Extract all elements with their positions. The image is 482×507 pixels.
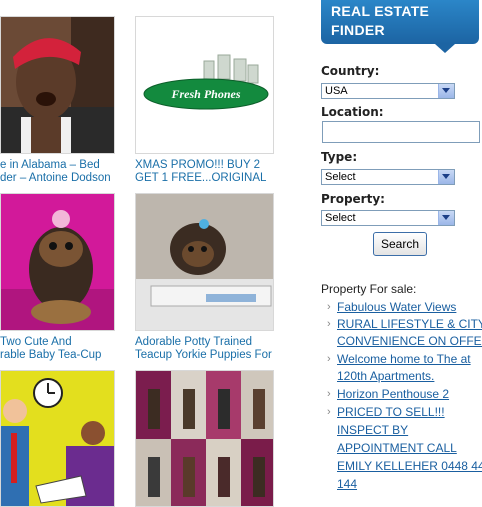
chevron-down-icon[interactable]: [438, 211, 454, 225]
thumbnail-yorkie-pink[interactable]: [0, 193, 115, 331]
svg-text:Fresh Phones: Fresh Phones: [170, 87, 240, 101]
caption-item-2-line2[interactable]: GET 1 FREE...ORIGINAL: [135, 172, 280, 185]
finder-title-line1: REAL ESTATE: [331, 3, 430, 19]
caption-item-1-line1[interactable]: e in Alabama – Bed: [0, 159, 118, 172]
location-label: Location:: [321, 105, 384, 119]
finder-title: REAL ESTATE FINDER: [331, 2, 429, 40]
caption-item-3-line1[interactable]: Two Cute And: [0, 336, 118, 349]
chevron-right-icon: ›: [327, 388, 331, 400]
chevron-right-icon: ›: [327, 406, 331, 418]
sale-item-link[interactable]: 144: [337, 476, 357, 493]
chevron-down-icon[interactable]: [438, 84, 454, 98]
chevron-down-icon[interactable]: [438, 170, 454, 184]
man-photo-icon: [1, 17, 114, 153]
caption-item-4-line2[interactable]: Teacup Yorkie Puppies For: [135, 349, 280, 362]
sale-item-link[interactable]: 120th Apartments.: [337, 368, 434, 385]
real-estate-finder-header: REAL ESTATE FINDER: [321, 0, 479, 53]
type-label: Type:: [321, 150, 358, 164]
puppy-photo-icon: [1, 194, 114, 330]
thumbnail-fashion-collage[interactable]: [135, 370, 274, 507]
sale-item-link[interactable]: Fabulous Water Views: [337, 299, 456, 316]
thumbnail-business-meeting[interactable]: [0, 370, 115, 507]
country-select[interactable]: USA: [321, 83, 455, 99]
finder-title-line2: FINDER: [331, 22, 385, 38]
chevron-right-icon: ›: [327, 353, 331, 365]
sale-item-link[interactable]: Welcome home to The at: [337, 351, 471, 368]
sale-item-link[interactable]: RURAL LIFESTYLE & CITY: [337, 316, 482, 333]
puppy-on-scale-icon: [136, 194, 273, 330]
thumbnail-antoine-dodson[interactable]: [0, 16, 115, 154]
chevron-right-icon: ›: [327, 301, 331, 313]
caption-item-1-line2[interactable]: der – Antoine Dodson: [0, 172, 118, 185]
property-label: Property:: [321, 192, 385, 206]
caption-item-2-line1[interactable]: XMAS PROMO!!! BUY 2: [135, 159, 280, 172]
sale-item-link[interactable]: Horizon Penthouse 2: [337, 386, 449, 403]
sale-item-link[interactable]: PRICED TO SELL!!!: [337, 404, 445, 421]
meeting-illustration-icon: [1, 371, 114, 506]
property-select[interactable]: Select: [321, 210, 455, 226]
sale-item-link[interactable]: INSPECT BY: [337, 422, 408, 439]
property-select-value: Select: [325, 212, 356, 224]
caption-item-4-line1[interactable]: Adorable Potty Trained: [135, 336, 280, 349]
country-label: Country:: [321, 64, 380, 78]
fresh-phones-logo-icon: Fresh Phones: [143, 54, 269, 110]
sale-item-link[interactable]: EMILY KELLEHER 0448 448: [337, 458, 482, 475]
fashion-collage-icon: [136, 371, 273, 506]
chevron-right-icon: ›: [327, 318, 331, 330]
search-button[interactable]: Search: [373, 232, 427, 256]
thumbnail-fresh-phones[interactable]: Fresh Phones: [135, 16, 274, 154]
header-notch: [435, 44, 455, 53]
sale-item-link[interactable]: APPOINTMENT CALL: [337, 440, 457, 457]
caption-item-3-line2[interactable]: rable Baby Tea-Cup: [0, 349, 118, 362]
for-sale-heading: Property For sale:: [321, 282, 417, 296]
country-select-value: USA: [325, 85, 348, 97]
sale-item-link[interactable]: CONVENIENCE ON OFFER: [337, 333, 482, 350]
location-input[interactable]: [322, 121, 480, 143]
thumbnail-yorkie-scale[interactable]: [135, 193, 274, 331]
type-select[interactable]: Select: [321, 169, 455, 185]
type-select-value: Select: [325, 171, 356, 183]
